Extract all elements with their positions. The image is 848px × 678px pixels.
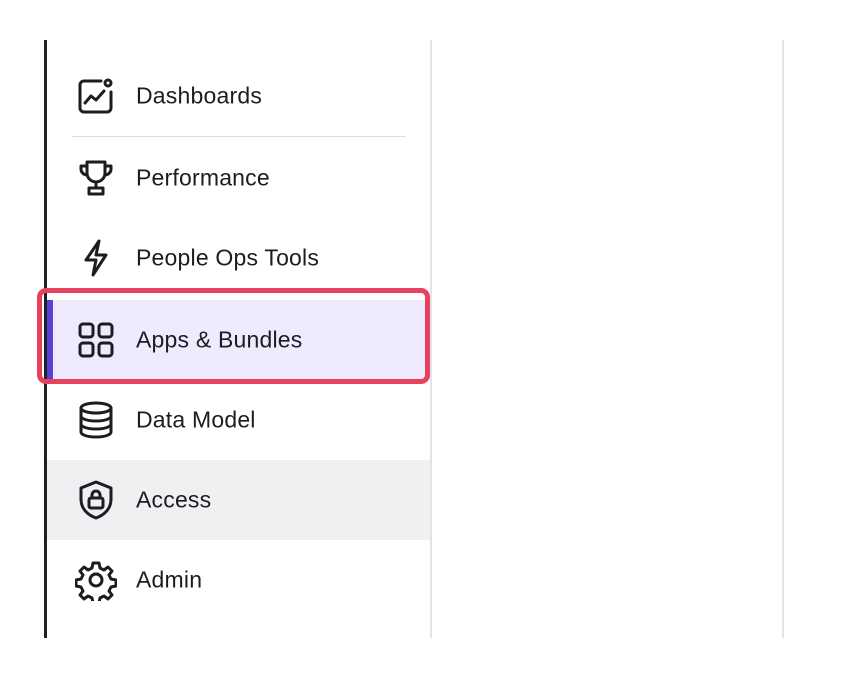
sidebar-item-label: Access	[136, 486, 212, 513]
panel-divider	[430, 40, 432, 638]
sidebar-item-dashboards[interactable]: Dashboards	[47, 56, 430, 136]
sidebar-item-admin[interactable]: Admin	[47, 540, 430, 620]
trophy-icon	[75, 157, 117, 199]
sidebar-item-access[interactable]: Access	[47, 460, 430, 540]
sidebar-item-people-ops-tools[interactable]: People Ops Tools	[47, 218, 430, 298]
shield-lock-icon	[75, 479, 117, 521]
grid-icon	[75, 319, 117, 361]
sidebar-nav: Dashboards Performance People Ops Tools …	[47, 40, 430, 638]
panel-divider	[782, 40, 784, 638]
lightning-icon	[75, 237, 117, 279]
active-indicator	[47, 300, 53, 380]
sidebar-separator	[72, 136, 406, 137]
dashboard-chart-icon	[75, 75, 117, 117]
sidebar-item-apps-bundles[interactable]: Apps & Bundles	[47, 300, 430, 380]
sidebar-item-label: Data Model	[136, 406, 256, 433]
sidebar-item-performance[interactable]: Performance	[47, 138, 430, 218]
sidebar-item-label: Performance	[136, 164, 270, 191]
sidebar-item-label: Dashboards	[136, 82, 263, 109]
sidebar-item-label: People Ops Tools	[136, 244, 320, 271]
sidebar-item-label: Apps & Bundles	[136, 326, 303, 353]
database-icon	[75, 399, 117, 441]
sidebar-item-label: Admin	[136, 566, 203, 593]
app-stage: Dashboards Performance People Ops Tools …	[0, 0, 848, 678]
sidebar-item-data-model[interactable]: Data Model	[47, 380, 430, 460]
gear-icon	[75, 559, 117, 601]
